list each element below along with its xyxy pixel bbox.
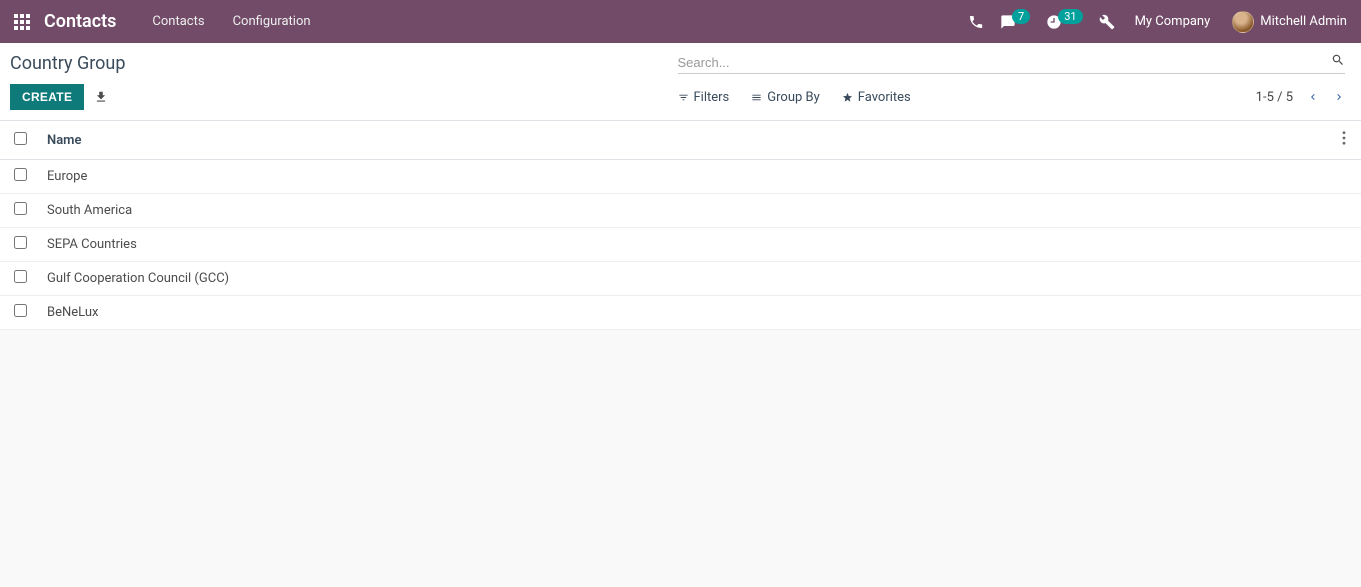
table-row[interactable]: Europe (0, 160, 1361, 194)
company-switcher[interactable]: My Company (1135, 14, 1211, 29)
table-row[interactable]: BeNeLux (0, 296, 1361, 330)
row-checkbox[interactable] (14, 168, 27, 181)
top-navbar: Contacts Contacts Configuration 7 31 My … (0, 0, 1361, 43)
row-name-cell: South America (37, 194, 1327, 228)
row-name-cell: Gulf Cooperation Council (GCC) (37, 262, 1327, 296)
filters-label: Filters (694, 90, 730, 105)
breadcrumb: Country Group (10, 53, 678, 74)
app-brand[interactable]: Contacts (44, 11, 116, 32)
column-header-name[interactable]: Name (37, 121, 1327, 160)
debug-tools-icon[interactable] (1099, 14, 1115, 30)
apps-menu-icon[interactable] (14, 14, 30, 30)
filter-icon (678, 92, 689, 103)
favorites-label: Favorites (858, 90, 911, 105)
menu-contacts[interactable]: Contacts (138, 14, 218, 29)
user-menu[interactable]: Mitchell Admin (1232, 11, 1347, 33)
phone-icon[interactable] (968, 14, 984, 30)
row-checkbox[interactable] (14, 236, 27, 249)
menu-configuration[interactable]: Configuration (219, 14, 325, 29)
row-name-cell: SEPA Countries (37, 228, 1327, 262)
user-name-label: Mitchell Admin (1260, 14, 1347, 29)
table-row[interactable]: Gulf Cooperation Council (GCC) (0, 262, 1361, 296)
filters-button[interactable]: Filters (678, 90, 730, 105)
table-row[interactable]: South America (0, 194, 1361, 228)
activities-badge: 31 (1058, 9, 1082, 24)
row-checkbox[interactable] (14, 304, 27, 317)
groupby-label: Group By (767, 90, 820, 105)
activities-icon[interactable]: 31 (1046, 14, 1082, 30)
optional-columns-button[interactable] (1342, 134, 1346, 149)
row-checkbox[interactable] (14, 270, 27, 283)
search-icon[interactable] (1331, 53, 1345, 71)
create-button[interactable]: CREATE (10, 84, 84, 110)
groupby-icon (751, 92, 762, 103)
row-checkbox[interactable] (14, 202, 27, 215)
chevron-left-icon (1307, 91, 1319, 103)
search-input[interactable] (678, 55, 1332, 70)
messages-badge: 7 (1012, 9, 1030, 24)
row-name-cell: Europe (37, 160, 1327, 194)
pager-prev-button[interactable] (1307, 91, 1319, 103)
groupby-button[interactable]: Group By (751, 90, 820, 105)
row-name-cell: BeNeLux (37, 296, 1327, 330)
select-all-checkbox[interactable] (14, 132, 27, 145)
chevron-right-icon (1333, 91, 1345, 103)
country-group-table: Name Europe South America SEPA Countries (0, 121, 1361, 330)
user-avatar (1232, 11, 1254, 33)
table-row[interactable]: SEPA Countries (0, 228, 1361, 262)
favorites-button[interactable]: Favorites (842, 90, 911, 105)
search-bar[interactable] (678, 53, 1346, 74)
export-download-icon[interactable] (94, 90, 108, 104)
messages-icon[interactable]: 7 (1000, 14, 1030, 30)
control-panel: Country Group CREATE Filters Group By (0, 43, 1361, 121)
star-icon (842, 92, 853, 103)
pager-next-button[interactable] (1333, 91, 1345, 103)
pager-counter[interactable]: 1-5 / 5 (1256, 90, 1293, 105)
